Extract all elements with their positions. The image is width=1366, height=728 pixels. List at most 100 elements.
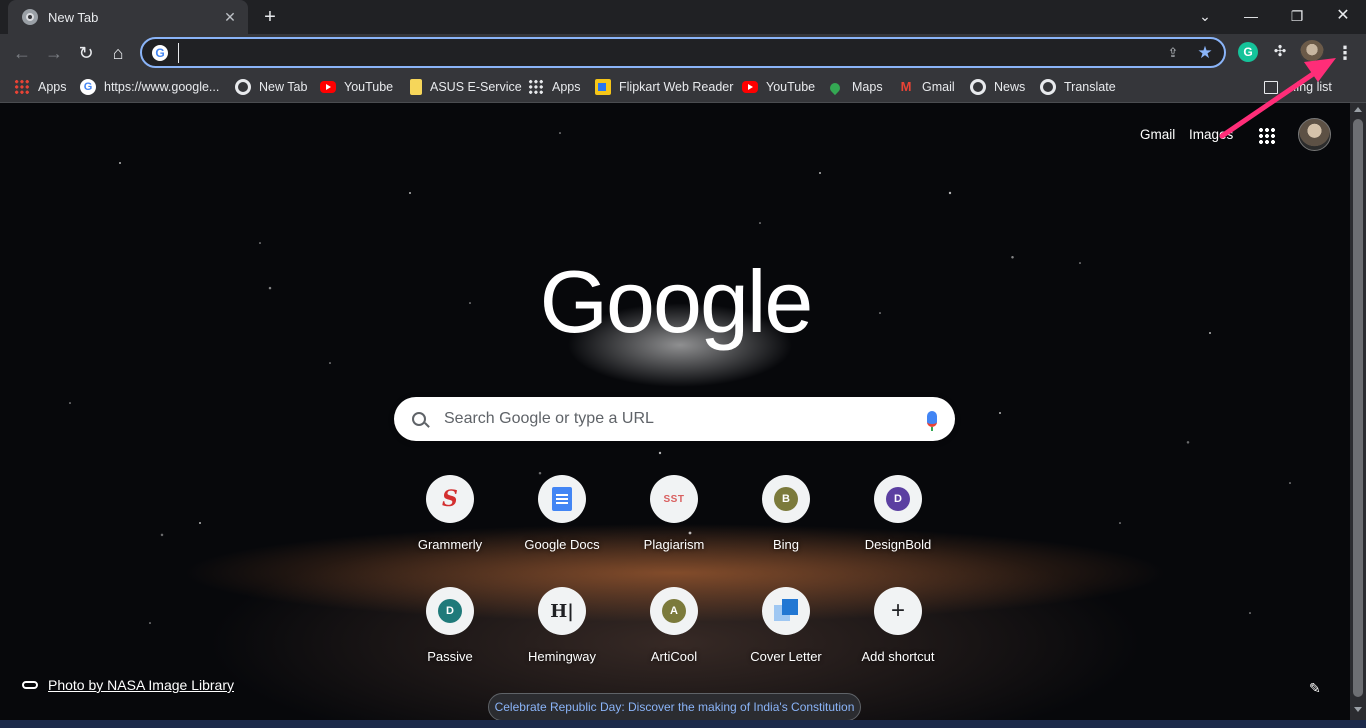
grammerly-icon: S	[442, 486, 458, 512]
scroll-down-icon[interactable]	[1354, 707, 1362, 712]
bookmark-news[interactable]: News	[970, 76, 1025, 98]
shortcut-cover-letter[interactable]: Cover Letter	[730, 587, 842, 695]
grammarly-extension-icon[interactable]: G	[1238, 42, 1258, 62]
shortcut-label: Bing	[772, 537, 800, 552]
bookmark-page-icon	[410, 79, 422, 95]
chrome-icon	[22, 9, 38, 25]
google-docs-icon	[552, 487, 572, 511]
google-icon: G	[80, 79, 96, 95]
chrome-menu-icon[interactable]: ⋮	[1336, 39, 1354, 67]
address-bar[interactable]: G ⇪ ★	[140, 37, 1226, 68]
shortcut-icon-circle: D	[426, 587, 474, 635]
photo-credit-text: Photo by NASA Image Library	[48, 677, 234, 693]
youtube-icon	[320, 81, 336, 93]
new-tab-button[interactable]: +	[258, 5, 282, 29]
bookmark-label: Translate	[1064, 80, 1116, 94]
bookmark-label: Flipkart Web Reader	[619, 80, 734, 94]
letter-a-icon: A	[662, 599, 686, 623]
images-link[interactable]: Images	[1189, 127, 1233, 142]
scroll-up-icon[interactable]	[1354, 107, 1362, 112]
bookmark-label: YouTube	[344, 80, 394, 94]
account-avatar[interactable]	[1298, 118, 1331, 151]
bookmark-new-tab[interactable]: New Tab	[235, 76, 307, 98]
bookmark-youtube[interactable]: YouTube	[320, 76, 393, 98]
flipkart-icon	[595, 79, 611, 95]
shortcut-hemingway[interactable]: H| Hemingway	[506, 587, 618, 695]
shortcut-bing[interactable]: B Bing	[730, 475, 842, 583]
bookmark-label: Maps	[852, 80, 883, 94]
shortcut-icon-circle	[538, 475, 586, 523]
bookmark-apps-2[interactable]: Apps	[528, 76, 581, 98]
tab-new-tab[interactable]: New Tab ✕	[8, 0, 248, 34]
share-icon[interactable]: ⇪	[1164, 44, 1182, 62]
reading-list-button[interactable]: ...ing list	[1264, 76, 1332, 98]
scroll-thumb[interactable]	[1353, 119, 1363, 697]
tab-title: New Tab	[48, 9, 99, 25]
shortcut-google-docs[interactable]: Google Docs	[506, 475, 618, 583]
address-input[interactable]	[178, 42, 1164, 63]
bookmarks-bar: Apps G https://www.google... New Tab You…	[0, 71, 1366, 103]
minimize-button[interactable]: —	[1236, 3, 1266, 29]
shortcut-icon-circle	[762, 587, 810, 635]
close-window-button[interactable]: ✕	[1328, 3, 1358, 29]
google-icon: G	[152, 44, 168, 61]
cover-letter-icon	[774, 599, 798, 623]
bookmark-label: ASUS E-Service	[430, 80, 522, 94]
home-icon[interactable]: ⌂	[104, 39, 132, 67]
bookmark-asus[interactable]: ASUS E-Service	[410, 76, 522, 98]
gmail-icon: M	[900, 79, 912, 94]
shortcut-icon-circle: +	[874, 587, 922, 635]
shortcut-articool[interactable]: A ArtiCool	[618, 587, 730, 695]
letter-b-icon: B	[774, 487, 798, 511]
bookmark-label: Gmail	[922, 80, 955, 94]
photo-credit-link[interactable]: Photo by NASA Image Library	[22, 677, 234, 693]
promo-doodle-link[interactable]: Celebrate Republic Day: Discover the mak…	[488, 693, 861, 720]
globe-icon	[970, 79, 986, 95]
shortcut-label: Add shortcut	[861, 649, 935, 664]
forward-arrow-icon[interactable]: →	[40, 39, 68, 67]
vertical-scrollbar[interactable]	[1350, 103, 1366, 720]
shortcut-icon-circle: S	[426, 475, 474, 523]
tab-close-icon[interactable]: ✕	[222, 9, 238, 25]
shortcut-label: ArtiCool	[650, 649, 698, 664]
shortcut-label: Plagiarism	[643, 537, 705, 552]
bookmark-maps[interactable]: Maps	[827, 76, 883, 98]
letter-d-icon: D	[438, 599, 462, 623]
shortcut-grammerly[interactable]: S Grammerly	[394, 475, 506, 583]
youtube-icon	[742, 81, 758, 93]
shortcut-label: Hemingway	[528, 649, 596, 664]
shortcut-plagiarism[interactable]: SST Plagiarism	[618, 475, 730, 583]
tab-search-icon[interactable]: ⌄	[1190, 3, 1220, 29]
shortcut-designbold[interactable]: D DesignBold	[842, 475, 954, 583]
bookmark-apps[interactable]: Apps	[14, 76, 67, 98]
back-arrow-icon[interactable]: ←	[8, 39, 36, 67]
bookmark-youtube-2[interactable]: YouTube	[742, 76, 815, 98]
bookmark-gmail[interactable]: M Gmail	[898, 76, 955, 98]
bookmark-translate[interactable]: Translate	[1040, 76, 1116, 98]
search-input[interactable]	[444, 410, 927, 428]
bookmark-star-icon[interactable]: ★	[1196, 43, 1214, 62]
shortcut-icon-circle: B	[762, 475, 810, 523]
customize-pencil-icon[interactable]: ✎	[1309, 681, 1323, 695]
bookmark-label: News	[994, 80, 1026, 94]
add-shortcut-button[interactable]: + Add shortcut	[842, 587, 954, 695]
shortcut-icon-circle: SST	[650, 475, 698, 523]
extensions-puzzle-icon[interactable]: ✣	[1270, 42, 1290, 62]
bookmark-label: Apps	[38, 80, 67, 94]
reading-list-icon	[1264, 80, 1278, 94]
shortcut-icon-circle: D	[874, 475, 922, 523]
bookmark-google[interactable]: G https://www.google...	[80, 76, 219, 98]
search-box[interactable]	[394, 397, 955, 441]
bookmark-label: https://www.google...	[104, 80, 220, 94]
shortcut-passive[interactable]: D Passive	[394, 587, 506, 695]
microphone-icon[interactable]	[927, 411, 937, 431]
reload-icon[interactable]: ↻	[72, 39, 100, 67]
shortcut-label: Grammerly	[417, 537, 483, 552]
google-apps-icon[interactable]	[1258, 127, 1276, 145]
profile-avatar[interactable]	[1300, 40, 1324, 64]
bookmark-flipkart[interactable]: Flipkart Web Reader	[595, 76, 733, 98]
os-taskbar	[0, 720, 1366, 728]
restore-button[interactable]: ❐	[1282, 3, 1312, 29]
gmail-link[interactable]: Gmail	[1140, 127, 1175, 142]
google-logo: Google	[539, 252, 814, 351]
